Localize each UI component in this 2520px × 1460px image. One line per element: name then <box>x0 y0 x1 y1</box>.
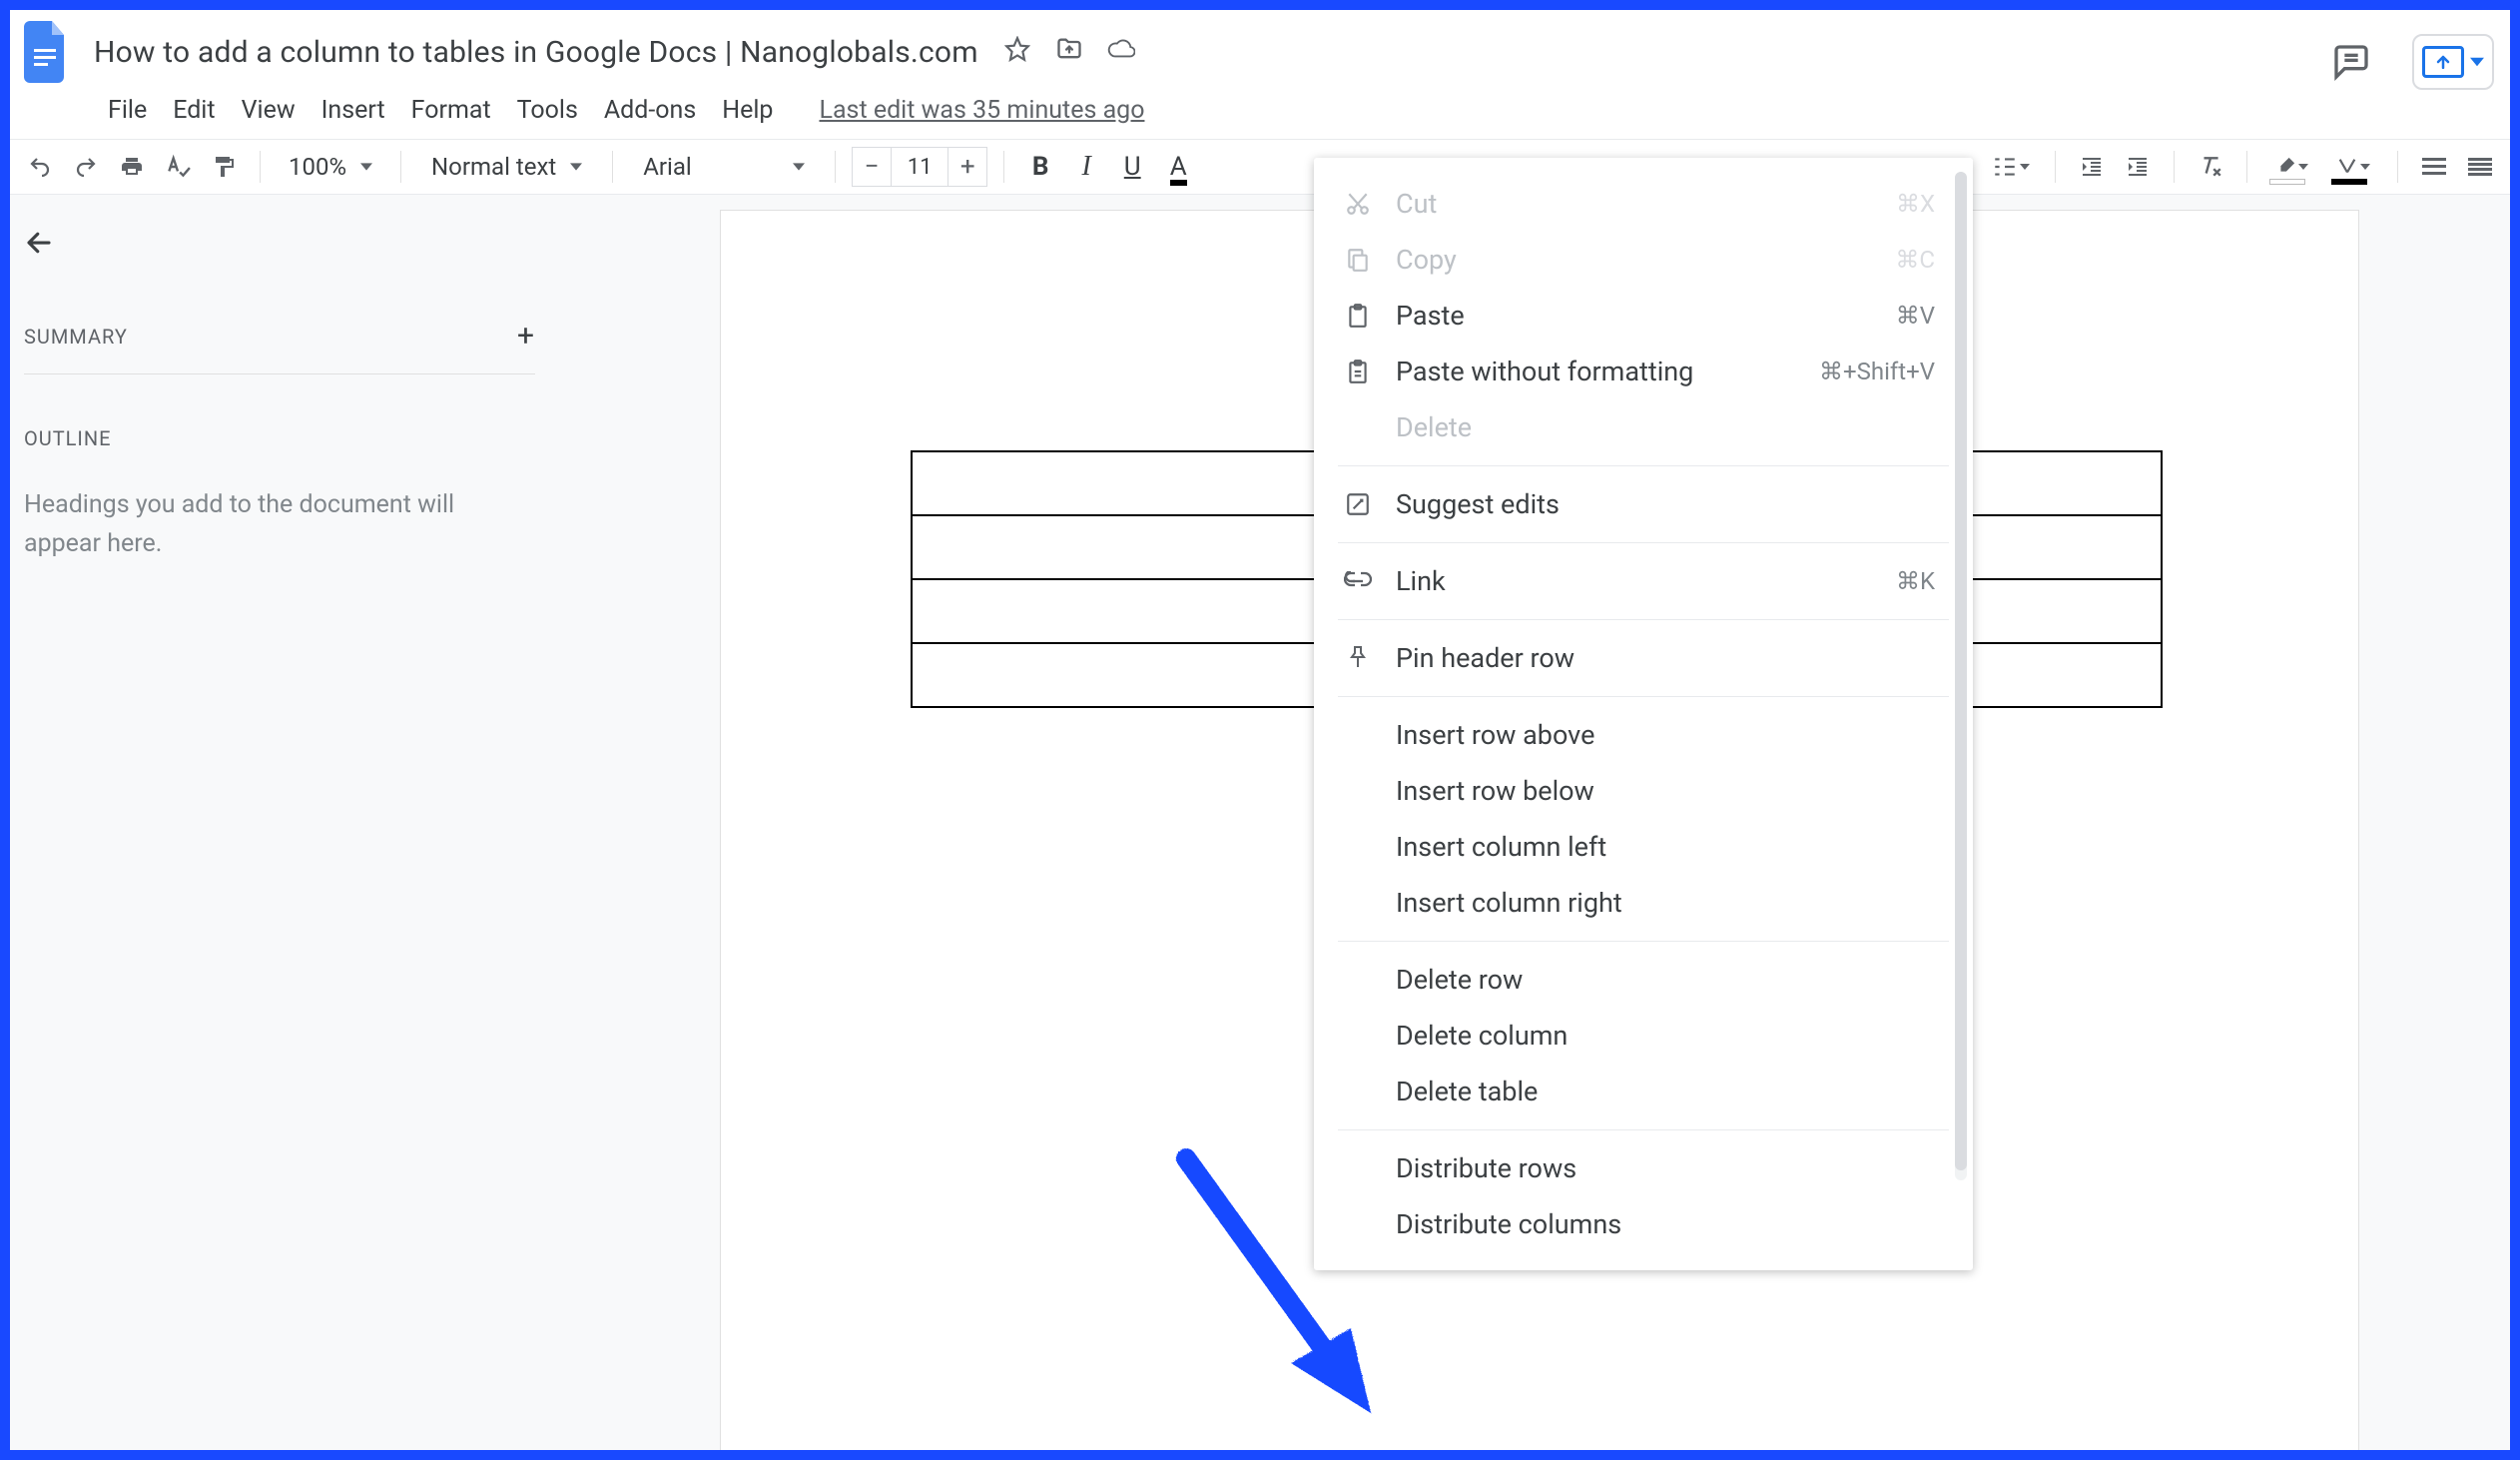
cm-distribute-cols[interactable]: Distribute columns <box>1314 1196 1973 1252</box>
add-summary-button[interactable]: + <box>517 319 535 354</box>
context-menu-scrollbar[interactable] <box>1955 172 1967 1180</box>
cm-pin-header[interactable]: Pin header row <box>1314 630 1973 686</box>
doc-title[interactable]: How to add a column to tables in Google … <box>94 35 978 70</box>
outline-sidebar: SUMMARY + OUTLINE Headings you add to th… <box>0 195 559 1455</box>
copy-icon <box>1342 244 1374 276</box>
decrease-indent-button[interactable] <box>2072 147 2112 187</box>
font-family-select[interactable]: Arial <box>629 149 819 185</box>
outline-placeholder: Headings you add to the document will ap… <box>24 486 535 564</box>
move-icon[interactable] <box>1055 35 1083 63</box>
cm-insert-row-below[interactable]: Insert row below <box>1314 763 1973 819</box>
italic-button[interactable]: I <box>1066 147 1106 187</box>
print-button[interactable] <box>112 147 152 187</box>
outline-title: OUTLINE <box>24 426 535 450</box>
menu-format[interactable]: Format <box>411 96 491 125</box>
pin-icon <box>1342 642 1374 674</box>
menu-toggle-2[interactable] <box>2460 147 2500 187</box>
last-edit-link[interactable]: Last edit was 35 minutes ago <box>819 96 1144 125</box>
cm-delete-table[interactable]: Delete table <box>1314 1064 1973 1119</box>
paragraph-style-value: Normal text <box>431 153 556 181</box>
spellcheck-button[interactable] <box>158 147 198 187</box>
zoom-value: 100% <box>289 153 346 181</box>
context-menu: Cut ⌘X Copy ⌘C Paste ⌘V Paste without fo… <box>1314 158 1973 1270</box>
chevron-down-icon <box>793 163 805 171</box>
collapse-outline-button[interactable] <box>24 223 64 263</box>
menu-tools[interactable]: Tools <box>517 96 578 125</box>
paragraph-style-select[interactable]: Normal text <box>417 149 596 185</box>
increase-indent-button[interactable] <box>2118 147 2158 187</box>
underline-highlighter-button[interactable] <box>2325 147 2381 187</box>
summary-title: SUMMARY <box>24 325 128 349</box>
clear-formatting-button[interactable] <box>2191 147 2230 187</box>
cm-delete-col[interactable]: Delete column <box>1314 1008 1973 1064</box>
cm-cut: Cut ⌘X <box>1314 176 1973 232</box>
line-spacing-button[interactable] <box>1983 147 2039 187</box>
menu-edit[interactable]: Edit <box>173 96 215 125</box>
font-size-increase[interactable]: + <box>947 147 987 187</box>
suggest-icon <box>1342 488 1374 520</box>
share-button[interactable] <box>2412 34 2494 90</box>
menu-toggle-1[interactable] <box>2414 147 2454 187</box>
menu-insert[interactable]: Insert <box>321 96 385 125</box>
cut-icon <box>1342 188 1374 220</box>
cm-delete-row[interactable]: Delete row <box>1314 952 1973 1008</box>
font-size-value[interactable]: 11 <box>892 147 947 187</box>
cm-insert-col-right[interactable]: Insert column right <box>1314 875 1973 931</box>
star-icon[interactable] <box>1003 35 1031 63</box>
toolbar: 100% Normal text Arial − 11 + B I U A <box>0 139 2520 195</box>
undo-button[interactable] <box>20 147 60 187</box>
chevron-down-icon <box>570 163 582 171</box>
cm-distribute-rows[interactable]: Distribute rows <box>1314 1140 1973 1196</box>
menu-view[interactable]: View <box>242 96 296 125</box>
share-caret-icon[interactable] <box>2470 55 2484 69</box>
cm-insert-row-above[interactable]: Insert row above <box>1314 707 1973 763</box>
text-color-button[interactable]: A <box>1158 147 1198 187</box>
cm-paste-plain[interactable]: Paste without formatting ⌘+Shift+V <box>1314 344 1973 399</box>
menu-addons[interactable]: Add-ons <box>604 96 696 125</box>
cm-delete: Delete <box>1314 399 1973 455</box>
cm-insert-col-left[interactable]: Insert column left <box>1314 819 1973 875</box>
menubar: File Edit View Insert Format Tools Add-o… <box>0 88 2520 139</box>
cm-suggest-edits[interactable]: Suggest edits <box>1314 476 1973 532</box>
highlight-color-button[interactable] <box>2263 147 2319 187</box>
docs-logo[interactable] <box>20 16 74 88</box>
cm-link[interactable]: Link ⌘K <box>1314 553 1973 609</box>
redo-button[interactable] <box>66 147 106 187</box>
font-family-value: Arial <box>643 153 692 181</box>
font-size-decrease[interactable]: − <box>852 147 892 187</box>
cm-copy: Copy ⌘C <box>1314 232 1973 288</box>
bold-button[interactable]: B <box>1020 147 1060 187</box>
menu-help[interactable]: Help <box>722 96 773 125</box>
zoom-select[interactable]: 100% <box>277 149 384 185</box>
paste-icon <box>1342 300 1374 332</box>
cloud-status-icon[interactable] <box>1107 35 1135 63</box>
open-comments-button[interactable] <box>2328 39 2374 85</box>
paint-format-button[interactable] <box>204 147 244 187</box>
underline-button[interactable]: U <box>1112 147 1152 187</box>
paste-plain-icon <box>1342 356 1374 387</box>
menu-file[interactable]: File <box>108 96 147 125</box>
link-icon <box>1342 565 1374 597</box>
chevron-down-icon <box>360 163 372 171</box>
cm-paste[interactable]: Paste ⌘V <box>1314 288 1973 344</box>
